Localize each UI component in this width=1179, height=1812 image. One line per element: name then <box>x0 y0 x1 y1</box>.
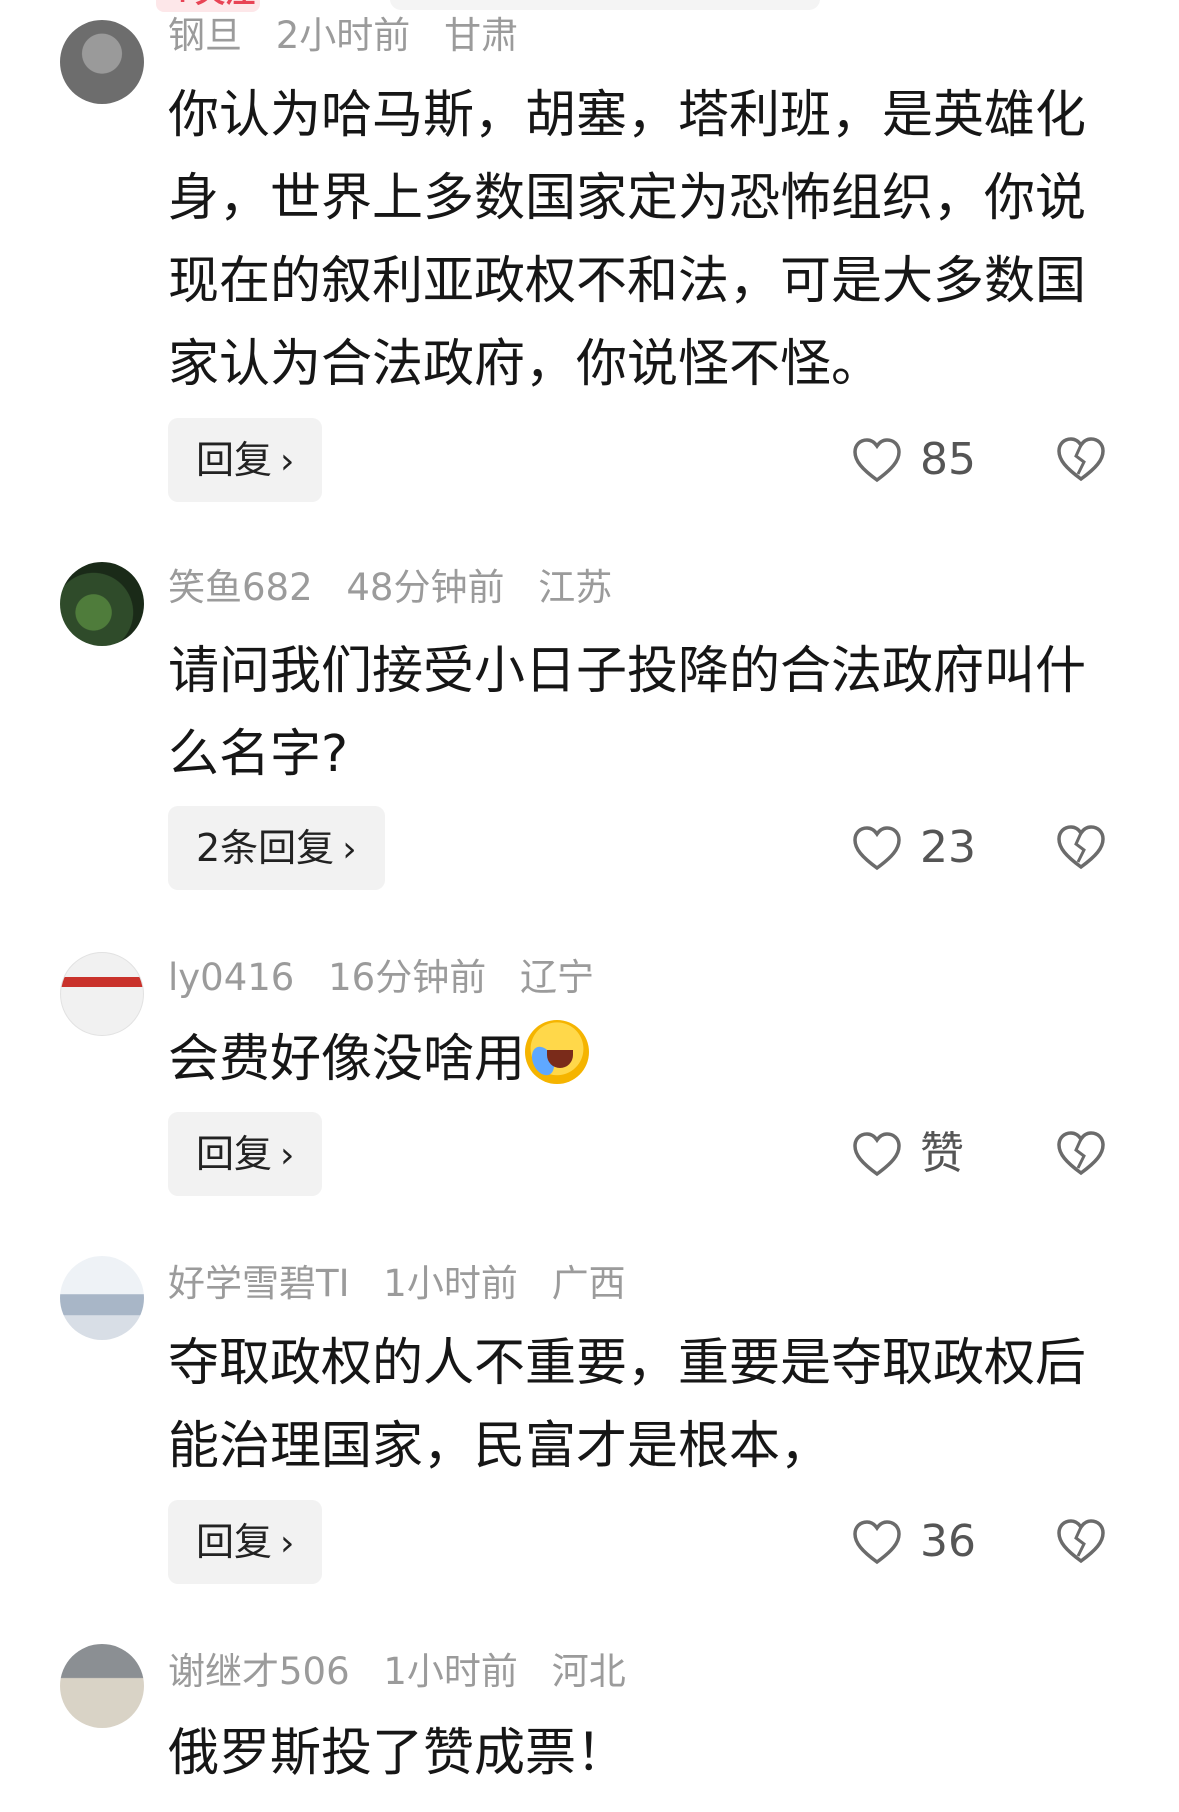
reply-button[interactable]: 回复 › <box>168 1112 323 1196</box>
avatar[interactable] <box>60 1256 144 1340</box>
comment-meta: 钢旦 2小时前 甘肃 <box>168 14 540 58</box>
broken-heart-icon[interactable] <box>1056 1130 1106 1176</box>
follow-tag-label: +关注 <box>170 0 255 8</box>
comment-meta: 笑鱼682 48分钟前 江苏 <box>168 566 634 610</box>
like-button[interactable]: 赞 <box>852 1124 964 1184</box>
reply-label: 回复 <box>196 1132 273 1176</box>
broken-heart-icon[interactable] <box>1056 824 1106 870</box>
comment-text: 会费好像没啥用 <box>168 1018 1088 1101</box>
username[interactable]: ly0416 <box>168 956 294 999</box>
comment-meta: ly0416 16分钟前 辽宁 <box>168 956 616 1000</box>
avatar[interactable] <box>60 952 144 1036</box>
avatar[interactable] <box>60 20 144 104</box>
broken-heart-icon[interactable] <box>1056 436 1106 482</box>
reply-button[interactable]: 回复 › <box>168 1500 323 1584</box>
avatar[interactable] <box>60 562 144 646</box>
reply-button[interactable]: 2条回复 › <box>168 806 385 890</box>
reply-label: 回复 <box>196 438 273 482</box>
like-count: 36 <box>920 1516 976 1567</box>
location: 广西 <box>551 1262 626 1305</box>
like-count: 23 <box>920 822 976 873</box>
timestamp: 2小时前 <box>275 14 411 57</box>
like-label: 赞 <box>920 1128 964 1179</box>
top-bar-fragment <box>390 0 820 10</box>
chevron-right-icon: › <box>280 441 295 482</box>
location: 江苏 <box>538 566 613 609</box>
reply-label: 回复 <box>196 1520 273 1564</box>
username[interactable]: 钢旦 <box>168 14 242 57</box>
like-button[interactable]: 36 <box>852 1512 976 1572</box>
timestamp: 1小时前 <box>383 1650 518 1693</box>
chevron-right-icon: › <box>280 1135 295 1176</box>
reply-button[interactable]: 回复 › <box>168 418 323 502</box>
comment-text: 请问我们接受小日子投降的合法政府叫什么名字? <box>168 642 1087 784</box>
comment-text: 俄罗斯投了赞成票！ <box>168 1724 628 1783</box>
avatar-stripe <box>61 977 143 987</box>
timestamp: 16分钟前 <box>328 956 487 999</box>
heart-icon <box>853 1132 901 1177</box>
username[interactable]: 谢继才506 <box>168 1650 350 1693</box>
comment-text-content: 会费好像没啥用 <box>168 1030 526 1089</box>
like-count: 85 <box>920 434 976 485</box>
broken-heart-icon[interactable] <box>1056 1518 1106 1564</box>
location: 辽宁 <box>519 956 594 999</box>
timestamp: 1小时前 <box>383 1262 518 1305</box>
chevron-right-icon: › <box>342 829 357 870</box>
heart-icon <box>853 438 901 483</box>
reply-label: 2条回复 <box>196 826 335 870</box>
comment-text: 夺取政权的人不重要，重要是夺取政权后能治理国家，民富才是根本， <box>168 1334 1087 1476</box>
timestamp: 48分钟前 <box>346 566 505 609</box>
heart-icon <box>853 1520 901 1565</box>
comment-meta: 好学雪碧TI 1小时前 广西 <box>168 1262 648 1306</box>
username[interactable]: 好学雪碧TI <box>168 1262 350 1305</box>
location: 甘肃 <box>444 14 519 57</box>
chevron-right-icon: › <box>280 1523 295 1564</box>
like-button[interactable]: 23 <box>852 818 976 878</box>
like-button[interactable]: 85 <box>852 430 976 490</box>
location: 河北 <box>551 1650 626 1693</box>
heart-icon <box>853 826 901 871</box>
avatar[interactable] <box>60 1644 144 1728</box>
comment-text: 你认为哈马斯，胡塞，塔利班，是英雄化身，世界上多数国家定为恐怖组织，你说现在的叙… <box>168 86 1087 394</box>
laughing-crying-emoji-icon <box>525 1020 590 1084</box>
comment-meta: 谢继才506 1小时前 河北 <box>168 1650 648 1694</box>
username[interactable]: 笑鱼682 <box>168 566 313 609</box>
